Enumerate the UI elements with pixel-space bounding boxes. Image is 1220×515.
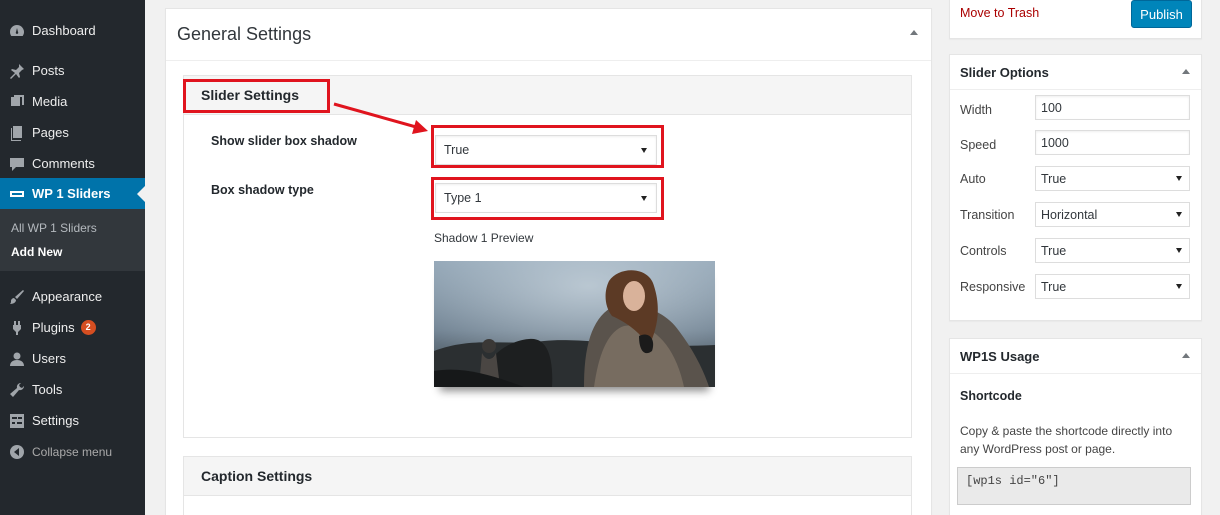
responsive-value: True xyxy=(1041,279,1067,294)
comment-icon xyxy=(9,156,25,172)
slider-options-title: Slider Options xyxy=(960,65,1049,80)
controls-label: Controls xyxy=(960,244,1007,258)
auto-label: Auto xyxy=(960,172,986,186)
sidebar-submenu: All WP 1 Sliders Add New xyxy=(0,209,145,271)
plugins-update-badge: 2 xyxy=(80,320,96,335)
sidebar-item-media[interactable]: Media xyxy=(0,86,145,117)
sidebar-item-label: Plugins xyxy=(32,320,75,335)
transition-value: Horizontal xyxy=(1041,207,1098,222)
brush-icon xyxy=(9,289,25,305)
shadow-preview-image xyxy=(434,261,715,387)
chevron-down-icon xyxy=(1176,284,1182,289)
sidebar-item-label: WP 1 Sliders xyxy=(32,186,111,201)
sidebar-item-comments[interactable]: Comments xyxy=(0,148,145,179)
transition-select[interactable]: Horizontal xyxy=(1035,202,1190,227)
sidebar-item-label: Media xyxy=(32,94,68,109)
sidebar-item-tools[interactable]: Tools xyxy=(0,374,145,405)
sidebar-item-label: Dashboard xyxy=(32,23,96,38)
sidebar-item-label: Comments xyxy=(32,156,95,171)
sidebar-item-label: Tools xyxy=(32,382,63,397)
collapse-arrow-icon xyxy=(10,444,24,459)
media-icon xyxy=(9,94,25,110)
auto-select[interactable]: True xyxy=(1035,166,1190,191)
general-settings-toggle-icon[interactable] xyxy=(910,30,918,35)
collapse-menu-label: Collapse menu xyxy=(32,444,113,459)
general-settings-title: General Settings xyxy=(177,24,312,44)
shortcode-description: Copy & paste the shortcode directly into… xyxy=(960,424,1173,456)
chevron-down-icon xyxy=(1176,176,1182,181)
responsive-label: Responsive xyxy=(960,280,1026,294)
pages-icon xyxy=(9,125,25,141)
sidebar-item-appearance[interactable]: Appearance xyxy=(0,281,145,312)
publish-button[interactable]: Publish xyxy=(1131,0,1192,28)
shortcode-textarea[interactable]: [wp1s id="6"] xyxy=(957,467,1191,505)
highlight-box-shadow-type xyxy=(431,177,664,220)
caption-settings-title: Caption Settings xyxy=(201,468,313,484)
slider-options-toggle-icon[interactable] xyxy=(1182,69,1190,74)
move-to-trash-link[interactable]: Move to Trash xyxy=(960,6,1039,20)
plugin-icon xyxy=(9,320,25,336)
divider xyxy=(950,89,1201,90)
sidebar-item-plugins[interactable]: Plugins 2 xyxy=(0,312,145,343)
auto-value: True xyxy=(1041,171,1067,186)
sidebar-item-settings[interactable]: Settings xyxy=(0,405,145,436)
pin-icon xyxy=(9,63,25,79)
sidebar-item-label: Users xyxy=(32,351,66,366)
shadow-type-label: Box shadow type xyxy=(211,183,314,197)
divider xyxy=(950,373,1201,374)
sidebar-item-pages[interactable]: Pages xyxy=(0,117,145,148)
dashboard-icon xyxy=(9,23,25,39)
shadow-preview-label: Shadow 1 Preview xyxy=(434,231,534,245)
submenu-all-sliders[interactable]: All WP 1 Sliders xyxy=(11,221,97,235)
usage-box: WP1S Usage Shortcode Copy & paste the sh… xyxy=(949,338,1202,515)
chevron-down-icon xyxy=(1176,248,1182,253)
wrench-icon xyxy=(9,382,25,398)
sidebar-item-label: Pages xyxy=(32,125,69,140)
divider xyxy=(166,60,931,61)
speed-input[interactable]: 1000 xyxy=(1035,130,1190,155)
settings-icon xyxy=(9,413,25,429)
slider-icon xyxy=(9,186,25,202)
user-icon xyxy=(9,351,25,367)
sidebar-item-label: Posts xyxy=(32,63,65,78)
admin-sidebar: Dashboard Posts Media Pages Comments WP … xyxy=(0,0,145,515)
highlight-box-show-shadow xyxy=(431,125,664,168)
sidebar-item-dashboard[interactable]: Dashboard xyxy=(0,15,145,46)
width-input[interactable]: 100 xyxy=(1035,95,1190,120)
shortcode-heading: Shortcode xyxy=(960,389,1022,403)
usage-title: WP1S Usage xyxy=(960,349,1040,364)
sidebar-item-posts[interactable]: Posts xyxy=(0,55,145,86)
highlight-box-slider-settings xyxy=(183,79,330,113)
woman-portrait-photo xyxy=(434,261,715,387)
red-arrow-annotation xyxy=(333,102,428,134)
responsive-select[interactable]: True xyxy=(1035,274,1190,299)
transition-label: Transition xyxy=(960,208,1015,222)
controls-select[interactable]: True xyxy=(1035,238,1190,263)
sidebar-item-label: Appearance xyxy=(32,289,103,304)
collapse-menu-button[interactable]: Collapse menu xyxy=(0,436,145,467)
controls-value: True xyxy=(1041,243,1067,258)
publish-box: Move to Trash Publish xyxy=(949,0,1202,39)
usage-toggle-icon[interactable] xyxy=(1182,353,1190,358)
speed-label: Speed xyxy=(960,138,997,152)
width-label: Width xyxy=(960,103,992,117)
chevron-down-icon xyxy=(1176,212,1182,217)
caption-settings-section: Caption Settings xyxy=(183,456,912,515)
slider-options-box: Slider Options Width 100 Speed 1000 Auto… xyxy=(949,54,1202,321)
sidebar-item-label: Settings xyxy=(32,413,79,428)
sidebar-item-users[interactable]: Users xyxy=(0,343,145,374)
sidebar-item-wp1sliders[interactable]: WP 1 Sliders xyxy=(0,178,145,209)
submenu-add-new[interactable]: Add New xyxy=(11,245,62,259)
